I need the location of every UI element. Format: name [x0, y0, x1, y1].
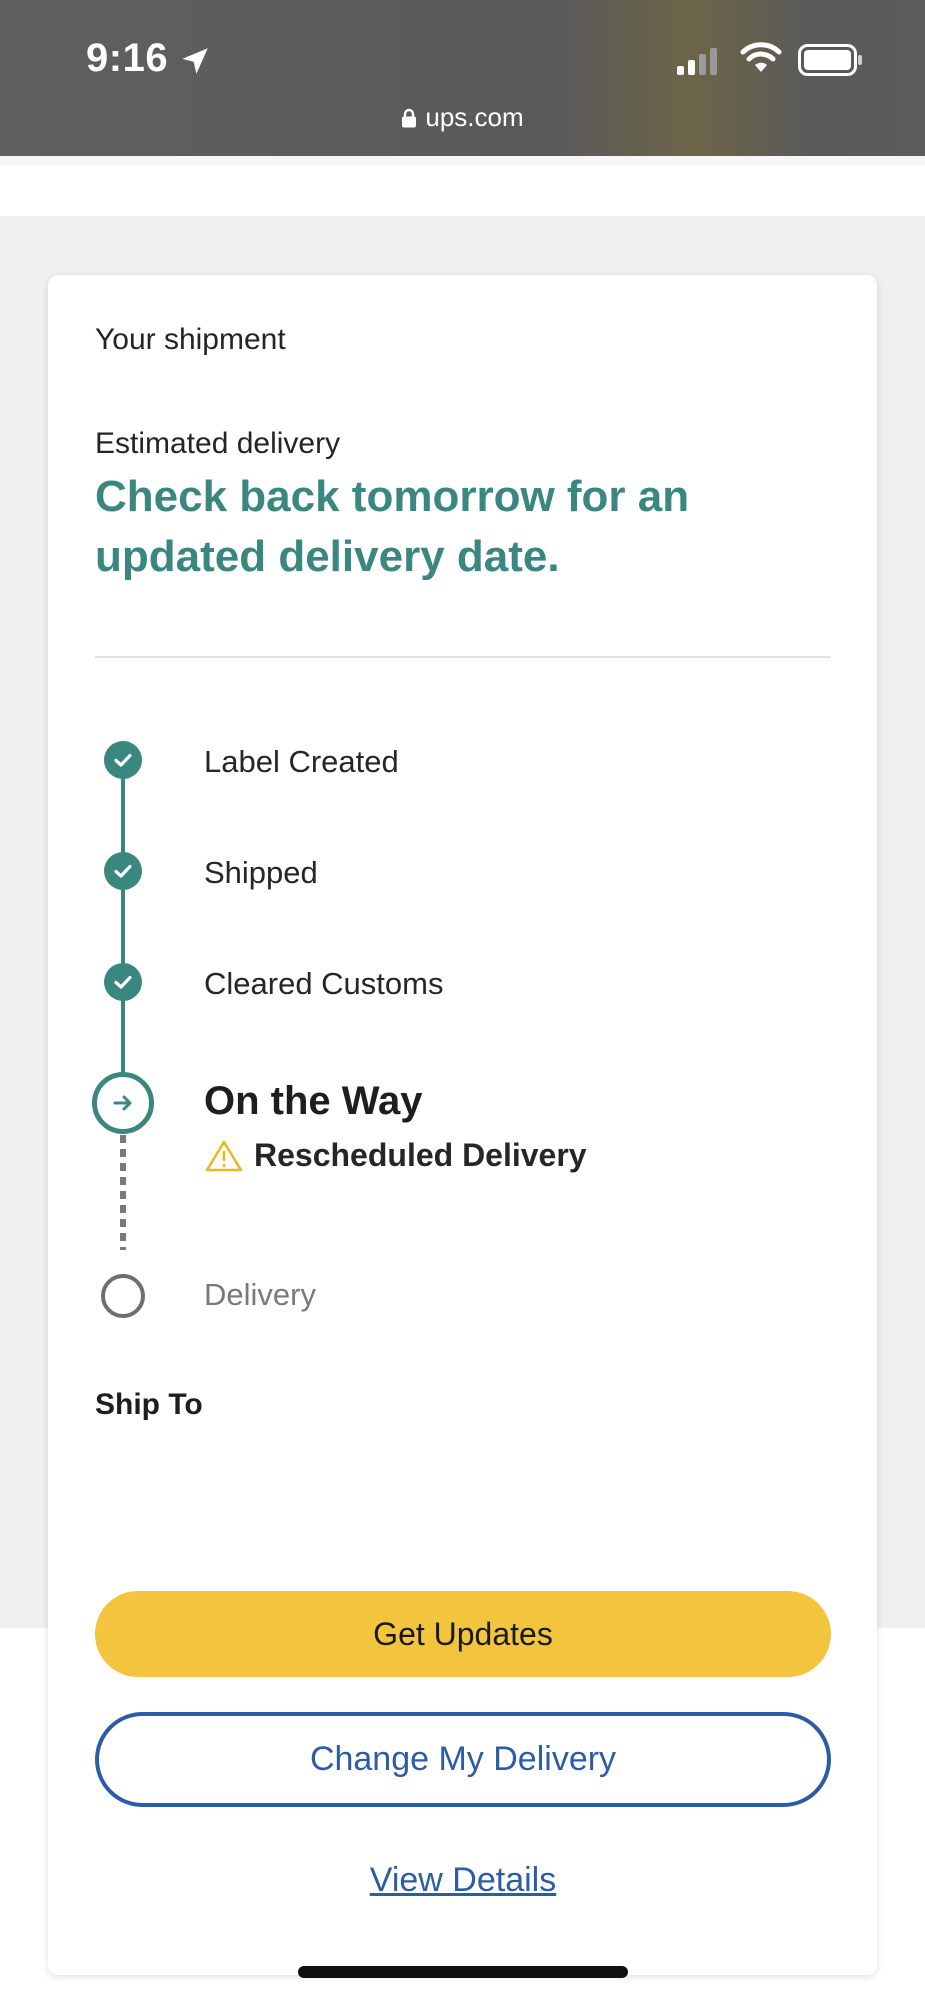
step-delivery: Delivery — [204, 1277, 316, 1312]
status-note: Rescheduled Delivery — [204, 1137, 587, 1174]
home-indicator — [298, 1966, 628, 1978]
step-on-the-way-arrow-icon — [92, 1072, 154, 1134]
step-shipped: Shipped — [204, 855, 318, 890]
change-delivery-button[interactable]: Change My Delivery — [95, 1712, 831, 1807]
battery-icon — [798, 44, 862, 76]
rescheduled-delivery-text: Rescheduled Delivery — [254, 1137, 587, 1173]
status-time: 9:16 — [86, 36, 169, 80]
step-delivery-circle-icon — [101, 1274, 145, 1318]
estimated-delivery-value: Check back tomorrow for an updated deliv… — [95, 472, 690, 581]
card-title: Your shipment — [95, 323, 286, 356]
estimated-delivery-label: Estimated delivery — [95, 427, 341, 460]
progress-line-pending — [120, 1135, 126, 1250]
step-label-created: Label Created — [204, 744, 399, 779]
wifi-icon — [740, 42, 782, 72]
shipment-card: Your shipment Estimated delivery Check b… — [48, 275, 877, 1975]
address-bar[interactable]: ups.com — [0, 102, 925, 133]
step-customs-check-icon — [104, 963, 142, 1001]
warning-icon — [205, 1140, 243, 1171]
url-text: ups.com — [425, 102, 524, 132]
progress-line-complete — [121, 760, 125, 1100]
step-shipped-check-icon — [104, 852, 142, 890]
step-label-created-check-icon — [104, 741, 142, 779]
ship-to-label: Ship To — [95, 1388, 203, 1421]
location-arrow-icon — [182, 48, 208, 74]
divider — [95, 656, 831, 658]
step-on-the-way: On the Way — [204, 1079, 423, 1123]
signal-icon — [677, 48, 717, 75]
step-cleared-customs: Cleared Customs — [204, 966, 444, 1001]
header-strip — [0, 156, 925, 216]
get-updates-button[interactable]: Get Updates — [95, 1591, 831, 1677]
lock-icon — [402, 108, 417, 127]
view-details-link[interactable]: View Details — [95, 1861, 831, 1900]
status-bar: 9:16 ups.com — [0, 0, 925, 156]
